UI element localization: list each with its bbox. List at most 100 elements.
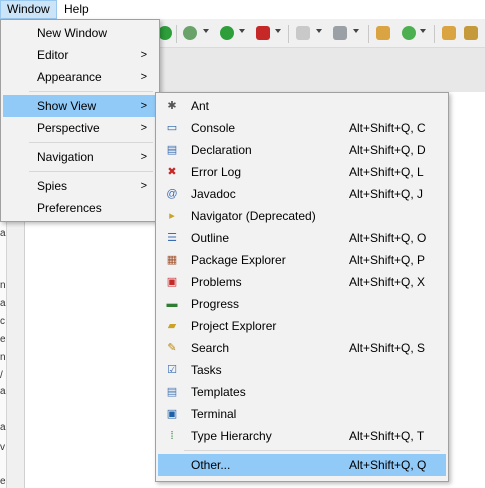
error-log-icon: ✖ bbox=[167, 166, 177, 178]
view-item-label: Type Hierarchy bbox=[191, 429, 272, 443]
terminal-icon: ▣ bbox=[166, 408, 178, 420]
view-item-label: Templates bbox=[191, 385, 246, 399]
menu-help[interactable]: Help bbox=[58, 0, 95, 19]
view-item-outline[interactable]: ☰ Outline Alt+Shift+Q, O bbox=[158, 227, 446, 249]
view-item-shortcut: Alt+Shift+Q, S bbox=[349, 341, 426, 355]
menu-item-appearance[interactable]: Appearance > bbox=[3, 66, 157, 88]
chevron-down-icon[interactable] bbox=[316, 29, 322, 33]
menu-item-label: Appearance bbox=[37, 70, 102, 84]
outline-icon: ☰ bbox=[167, 232, 177, 244]
view-item-progress[interactable]: ▬ Progress bbox=[158, 293, 446, 315]
view-item-error-log[interactable]: ✖ Error Log Alt+Shift+Q, L bbox=[158, 161, 446, 183]
view-item-label: Progress bbox=[191, 297, 240, 311]
new-package-icon[interactable] bbox=[376, 26, 390, 40]
connect-icon[interactable] bbox=[333, 26, 347, 40]
new-class-icon[interactable] bbox=[402, 26, 416, 40]
view-item-tasks[interactable]: ☑ Tasks bbox=[158, 359, 446, 381]
view-item-search[interactable]: ✎ Search Alt+Shift+Q, S bbox=[158, 337, 446, 359]
problems-icon: ▣ bbox=[166, 276, 178, 288]
view-item-shortcut: Alt+Shift+Q, T bbox=[349, 429, 425, 443]
main-toolbar bbox=[158, 21, 485, 48]
menu-item-perspective[interactable]: Perspective > bbox=[3, 117, 157, 139]
menu-item-new-window[interactable]: New Window bbox=[3, 22, 157, 44]
editor-tab-area bbox=[158, 48, 485, 92]
view-item-templates[interactable]: ▤ Templates bbox=[158, 381, 446, 403]
view-item-package-explorer[interactable]: ▦ Package Explorer Alt+Shift+Q, P bbox=[158, 249, 446, 271]
navigator-icon: ▸ bbox=[169, 210, 175, 222]
clipped-text: a bbox=[0, 298, 6, 309]
submenu-arrow-icon: > bbox=[140, 122, 147, 134]
clipped-text: e bbox=[0, 476, 6, 487]
show-view-submenu: ✱ Ant ▭ Console Alt+Shift+Q, C ▤ Declara… bbox=[155, 92, 449, 482]
view-item-label: Tasks bbox=[191, 363, 222, 377]
view-item-other[interactable]: Other... Alt+Shift+Q, Q bbox=[158, 454, 446, 476]
menu-window[interactable]: Window bbox=[0, 0, 57, 19]
menu-separator bbox=[29, 91, 153, 92]
view-item-shortcut: Alt+Shift+Q, P bbox=[349, 253, 426, 267]
view-item-project-explorer[interactable]: ▰ Project Explorer bbox=[158, 315, 446, 337]
chevron-down-icon[interactable] bbox=[275, 29, 281, 33]
clipped-text: a bbox=[0, 386, 6, 397]
submenu-arrow-icon: > bbox=[140, 49, 147, 61]
chevron-down-icon[interactable] bbox=[239, 29, 245, 33]
chevron-down-icon[interactable] bbox=[203, 29, 209, 33]
submenu-arrow-icon: > bbox=[140, 151, 147, 163]
run-icon[interactable] bbox=[158, 26, 172, 40]
view-item-label: Outline bbox=[191, 231, 230, 245]
open-type-icon[interactable] bbox=[442, 26, 456, 40]
progress-icon: ▬ bbox=[166, 298, 178, 310]
ant-icon: ✱ bbox=[167, 100, 177, 112]
menu-item-label: Show View bbox=[37, 99, 97, 113]
view-item-javadoc[interactable]: @ Javadoc Alt+Shift+Q, J bbox=[158, 183, 446, 205]
search-icon: ✎ bbox=[167, 342, 177, 354]
view-item-problems[interactable]: ▣ Problems Alt+Shift+Q, X bbox=[158, 271, 446, 293]
menu-item-label: Editor bbox=[37, 48, 69, 62]
submenu-arrow-icon: > bbox=[140, 71, 147, 83]
view-item-shortcut: Alt+Shift+Q, Q bbox=[349, 458, 427, 472]
view-item-label: Navigator (Deprecated) bbox=[191, 209, 316, 223]
javadoc-icon: @ bbox=[166, 188, 178, 200]
window-menu: New Window Editor > Appearance > Show Vi… bbox=[0, 19, 160, 222]
menu-item-show-view[interactable]: Show View > bbox=[3, 95, 157, 117]
debug-icon[interactable] bbox=[183, 26, 197, 40]
package-explorer-icon: ▦ bbox=[166, 254, 178, 266]
menu-item-preferences[interactable]: Preferences bbox=[3, 197, 157, 219]
chevron-down-icon[interactable] bbox=[353, 29, 359, 33]
clipped-text: / bbox=[0, 370, 3, 381]
search-tool-icon[interactable] bbox=[464, 26, 478, 40]
stop-icon[interactable] bbox=[296, 26, 310, 40]
toolbar-separator bbox=[434, 25, 435, 43]
templates-icon: ▤ bbox=[166, 386, 178, 398]
view-item-label: Search bbox=[191, 341, 230, 355]
menu-item-editor[interactable]: Editor > bbox=[3, 44, 157, 66]
toolbar-separator bbox=[288, 25, 289, 43]
view-item-shortcut: Alt+Shift+Q, J bbox=[349, 187, 424, 201]
view-item-terminal[interactable]: ▣ Terminal bbox=[158, 403, 446, 425]
type-hierarchy-icon: ⁞ bbox=[170, 430, 174, 442]
toolbar-separator bbox=[368, 25, 369, 43]
chevron-down-icon[interactable] bbox=[420, 29, 426, 33]
view-item-type-hierarchy[interactable]: ⁞ Type Hierarchy Alt+Shift+Q, T bbox=[158, 425, 446, 447]
clipped-text: n bbox=[0, 352, 6, 363]
project-explorer-icon: ▰ bbox=[167, 320, 177, 332]
view-item-label: Declaration bbox=[191, 143, 252, 157]
run-icon[interactable] bbox=[220, 26, 234, 40]
submenu-arrow-icon: > bbox=[140, 180, 147, 192]
tasks-icon: ☑ bbox=[167, 364, 177, 376]
view-item-declaration[interactable]: ▤ Declaration Alt+Shift+Q, D bbox=[158, 139, 446, 161]
view-item-label: Error Log bbox=[191, 165, 242, 179]
menu-bar: Window Help bbox=[0, 0, 485, 19]
menu-item-navigation[interactable]: Navigation > bbox=[3, 146, 157, 168]
view-item-label: Console bbox=[191, 121, 236, 135]
view-item-navigator[interactable]: ▸ Navigator (Deprecated) bbox=[158, 205, 446, 227]
view-item-ant[interactable]: ✱ Ant bbox=[158, 95, 446, 117]
view-item-console[interactable]: ▭ Console Alt+Shift+Q, C bbox=[158, 117, 446, 139]
menu-separator bbox=[29, 171, 153, 172]
view-item-label: Package Explorer bbox=[191, 253, 286, 267]
view-item-label: Ant bbox=[191, 99, 210, 113]
menu-item-label: Spies bbox=[37, 179, 68, 193]
view-item-label: Terminal bbox=[191, 407, 237, 421]
clipped-text: n bbox=[0, 280, 6, 291]
menu-item-spies[interactable]: Spies > bbox=[3, 175, 157, 197]
external-tools-icon[interactable] bbox=[256, 26, 270, 40]
